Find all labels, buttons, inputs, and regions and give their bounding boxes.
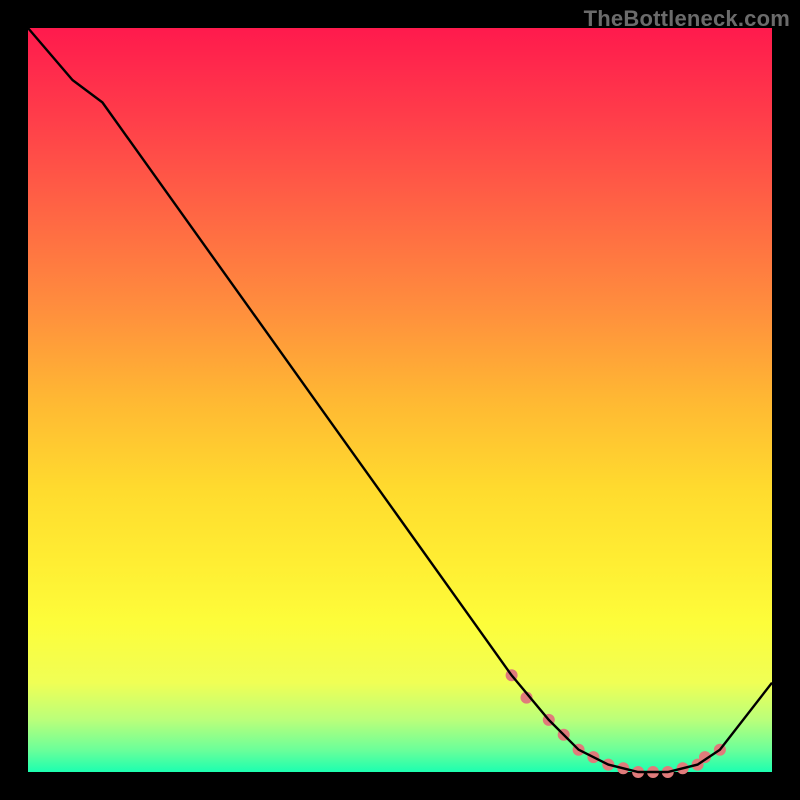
watermark-text: TheBottleneck.com — [584, 6, 790, 32]
chart-frame: TheBottleneck.com — [0, 0, 800, 800]
plot-area — [28, 28, 772, 772]
bottleneck-curve — [28, 28, 772, 772]
marker-layer — [506, 669, 726, 778]
chart-svg — [28, 28, 772, 772]
